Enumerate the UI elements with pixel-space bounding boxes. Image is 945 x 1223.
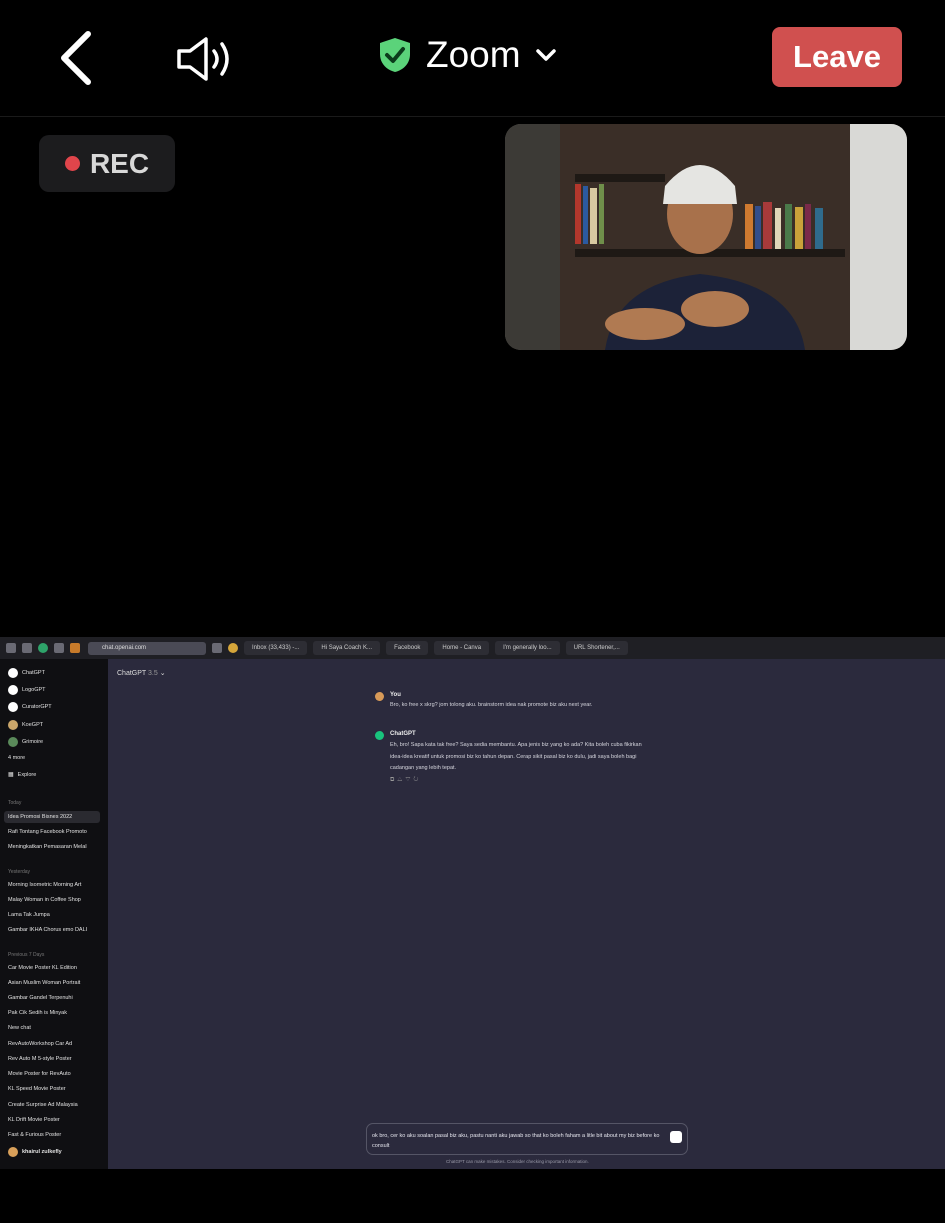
- conversation-item[interactable]: Pak Cik Sedih is Minyak: [8, 1010, 67, 1016]
- browser-tab[interactable]: I'm generally loo...: [495, 641, 560, 655]
- message-actions: ⧉△▽↻: [390, 777, 421, 784]
- section-header-today: Today: [8, 800, 22, 806]
- send-button[interactable]: [670, 1131, 682, 1143]
- message-input[interactable]: ok bro, cer ko aku soalan pasal biz aku,…: [366, 1123, 688, 1155]
- browser-tab[interactable]: Facebook: [386, 641, 429, 655]
- chevron-down-icon: ⌄: [159, 670, 166, 677]
- back-button[interactable]: [58, 30, 98, 86]
- extension-icon[interactable]: [54, 643, 64, 653]
- user-profile[interactable]: khairul zulkefly: [8, 1147, 62, 1157]
- browser-tab[interactable]: Home - Canva: [434, 641, 490, 655]
- conversation-item[interactable]: Create Surprise Ad Malaysia: [8, 1102, 78, 1108]
- sidebar-gpt-item[interactable]: ChatGPT: [8, 668, 45, 678]
- gpt-avatar-icon: [8, 737, 18, 747]
- shared-screen: chat.openai.com Inbox (33,433) -... Hi S…: [0, 637, 945, 1169]
- address-bar[interactable]: chat.openai.com: [88, 641, 206, 655]
- conversation-item[interactable]: Meningkatkan Pemasaran Melal: [8, 844, 87, 850]
- browser-tab[interactable]: Inbox (33,433) -...: [244, 641, 308, 655]
- conversation-item[interactable]: Fast & Furious Poster: [8, 1132, 61, 1138]
- conversation-item[interactable]: Gambar IKHA Chorus emo DALI: [8, 927, 87, 933]
- user-message: Bro, ko free x skrg? jom tolong aku. bra…: [390, 702, 593, 708]
- section-header-previous: Previous 7 Days: [8, 952, 45, 958]
- chatgpt-sidebar: ChatGPT LogoGPT CuratorGPT KoeGPT Grimoi…: [0, 659, 108, 1169]
- bot-message: Eh, bro! Sapa kata tak free? Saya sedia …: [390, 742, 642, 771]
- conversation-item[interactable]: Rafi Tontang Facebook Promoto: [8, 829, 87, 835]
- gpt-avatar-icon: [8, 720, 18, 730]
- disclaimer-text: ChatGPT can make mistakes. Consider chec…: [446, 1159, 589, 1164]
- avatar: [8, 1147, 18, 1157]
- section-header-yesterday: Yesterday: [8, 869, 31, 875]
- conversation-item[interactable]: Asian Muslim Woman Portrait: [8, 980, 80, 986]
- conversation-item[interactable]: Movie Poster for RevAuto: [8, 1071, 71, 1077]
- extension-icon[interactable]: [38, 643, 48, 653]
- browser-tab[interactable]: Hi Saya Coach K...: [313, 641, 381, 655]
- conversation-item[interactable]: KL Drift Movie Poster: [8, 1117, 60, 1123]
- sidebar-gpt-item[interactable]: CuratorGPT: [8, 702, 52, 712]
- rec-label: REC: [89, 147, 150, 179]
- chatgpt-logo-icon: [8, 668, 18, 678]
- conversation-item[interactable]: Malay Woman in Coffee Shop: [8, 897, 81, 903]
- user-message-author: You: [390, 692, 401, 698]
- speaker-icon: [177, 37, 229, 81]
- star-icon[interactable]: [228, 643, 238, 653]
- message-input-text: ok bro, cer ko aku soalan pasal biz aku,…: [372, 1133, 660, 1149]
- meeting-title: Zoom: [426, 34, 521, 75]
- sidebar-more-toggle[interactable]: 4 more: [8, 755, 25, 761]
- bot-message-author: ChatGPT: [390, 731, 416, 737]
- extension-icon[interactable]: [70, 643, 80, 653]
- sidebar-gpt-item[interactable]: Grimoire: [8, 737, 43, 747]
- model-selector[interactable]: ChatGPT 3.5 ⌄: [117, 669, 166, 677]
- grid-icon: ▦: [8, 772, 14, 778]
- shield-check-icon: [380, 38, 410, 72]
- video-frame: [505, 124, 907, 350]
- back-arrow-icon[interactable]: [22, 643, 32, 653]
- meeting-title-dropdown[interactable]: Zoom: [378, 34, 557, 76]
- sidebar-gpt-item[interactable]: KoeGPT: [8, 720, 43, 730]
- user-avatar-icon: [375, 692, 384, 701]
- conversation-item[interactable]: RevAutoWorkshop Car Ad: [8, 1041, 72, 1047]
- regenerate-icon[interactable]: ↻: [413, 777, 421, 783]
- leave-button[interactable]: Leave: [772, 27, 902, 87]
- chatgpt-logo-icon: [375, 731, 384, 740]
- conversation-item[interactable]: Car Movie Poster KL Edition: [8, 965, 77, 971]
- conversation-item[interactable]: Lama Tak Jumpa: [8, 912, 50, 918]
- conversation-item[interactable]: Gambar Gandel Terpenuhi: [8, 995, 73, 1001]
- participant-video[interactable]: [505, 124, 907, 350]
- zoom-top-bar: Zoom Leave: [0, 0, 945, 117]
- browser-tab[interactable]: URL Shortener,...: [565, 641, 628, 655]
- sidebar-toggle-icon[interactable]: [6, 643, 16, 653]
- chevron-down-icon: [535, 49, 556, 61]
- recording-badge: REC: [39, 135, 175, 192]
- conversation-item[interactable]: Rev Auto M 5-style Poster: [8, 1056, 72, 1062]
- chevron-left-icon: [61, 31, 91, 85]
- gpt-avatar-icon: [8, 685, 18, 695]
- speaker-button[interactable]: [176, 36, 236, 82]
- sidebar-gpt-item[interactable]: LogoGPT: [8, 685, 46, 695]
- conversation-item[interactable]: New chat: [8, 1025, 31, 1031]
- conversation-item[interactable]: KL Speed Movie Poster: [8, 1086, 66, 1092]
- conversation-item[interactable]: Morning Isometric Morning Art: [8, 882, 81, 888]
- conversation-item[interactable]: Idea Promosi Bisnes 2022: [8, 814, 72, 820]
- record-dot-icon: [64, 156, 80, 171]
- gpt-avatar-icon: [8, 702, 18, 712]
- tab-overview-icon[interactable]: [212, 643, 222, 653]
- sidebar-explore[interactable]: ▦ Explore: [8, 771, 36, 779]
- browser-toolbar: chat.openai.com Inbox (33,433) -... Hi S…: [0, 637, 945, 659]
